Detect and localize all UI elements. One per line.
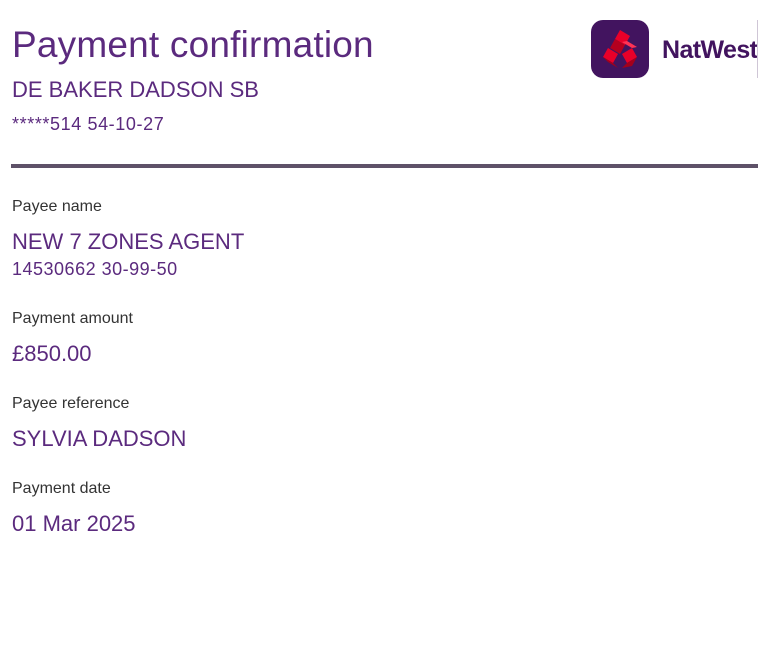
- payee-reference-value: SYLVIA DADSON: [12, 426, 187, 451]
- page-title: Payment confirmation: [12, 24, 374, 65]
- payment-amount-value: £850.00: [12, 341, 92, 366]
- natwest-cubes-icon: [591, 20, 649, 78]
- payee-reference-field: Payee reference SYLVIA DADSON: [12, 394, 186, 452]
- payment-amount-field: Payment amount £850.00: [12, 309, 133, 367]
- payee-name-value: NEW 7 ZONES AGENT: [12, 229, 245, 254]
- payee-name-label: Payee name: [12, 198, 102, 215]
- payment-date-value: 01 Mar 2025: [12, 511, 136, 536]
- payee-name-field: Payee name NEW 7 ZONES AGENT 14530662 30…: [12, 197, 244, 280]
- logo-text: NatWest: [662, 36, 758, 64]
- account-name: DE BAKER DADSON SB: [12, 77, 259, 102]
- account-number: *****514 54-10-27: [12, 114, 165, 134]
- payment-amount-label: Payment amount: [12, 310, 133, 327]
- header-divider: [11, 164, 758, 168]
- payee-account-number: 14530662 30-99-50: [12, 259, 178, 279]
- payment-date-field: Payment date 01 Mar 2025: [12, 479, 136, 537]
- natwest-logo: NatWest: [591, 20, 758, 78]
- payee-reference-label: Payee reference: [12, 395, 130, 412]
- payment-date-label: Payment date: [12, 480, 111, 497]
- payment-confirmation-page: Payment confirmation DE BAKER DADSON SB …: [0, 0, 768, 661]
- logo-edge-line: [757, 20, 758, 78]
